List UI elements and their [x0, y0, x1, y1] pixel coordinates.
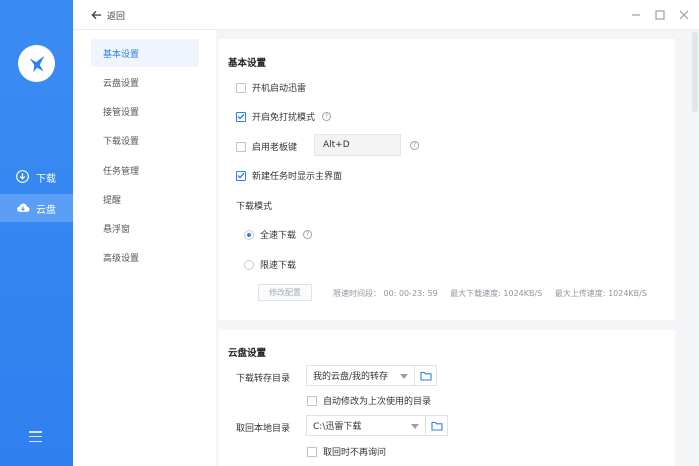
- save-dir-value: 我的云盘/我的转存: [313, 372, 389, 382]
- limit-upload-speed: 最大上传速度: 1024KB/S: [554, 289, 647, 298]
- no-ask-checkbox[interactable]: [307, 446, 317, 457]
- show-main-checkbox[interactable]: [236, 170, 246, 181]
- cloud-settings-panel: 云盘设置 下载转存目录 我的云盘/我的转存 自动修改为上次使用的目录 取回本地目…: [219, 330, 675, 466]
- save-dir-label: 下载转存目录: [236, 374, 291, 384]
- settings-nav: 基本设置 云盘设置 接管设置 下载设置 任务管理 提醒 悬浮窗 高级设置: [73, 30, 216, 466]
- nodisturb-option: 开启免打扰模式 ?: [236, 110, 332, 123]
- close-icon[interactable]: [678, 9, 689, 20]
- help-icon[interactable]: ?: [303, 230, 313, 239]
- maximize-icon[interactable]: [654, 9, 665, 20]
- show-main-label: 新建任务时显示主界面: [252, 172, 343, 182]
- chevron-down-icon: [400, 374, 408, 379]
- nodisturb-checkbox[interactable]: [236, 111, 246, 122]
- back-button[interactable]: 返回: [91, 8, 125, 22]
- check-icon: [237, 113, 245, 120]
- nav-item-basic[interactable]: 基本设置: [91, 39, 199, 67]
- nav-item-takeover[interactable]: 接管设置: [91, 97, 199, 125]
- limit-summary: 限速时间段： 00: 00-23: 59 最大下载速度: 1024KB/S 最大…: [333, 288, 657, 299]
- nodisturb-label: 开启免打扰模式: [252, 113, 316, 123]
- auto-change-checkbox[interactable]: [307, 395, 317, 406]
- basic-settings-panel: 基本设置 开机启动迅雷 开启免打扰模式 ? 启用老板键 Alt+D ? 新建任务…: [219, 39, 675, 320]
- help-icon[interactable]: ?: [410, 141, 419, 150]
- bird-logo-icon: [29, 55, 44, 72]
- no-ask-option: 取回时不再询问: [307, 445, 386, 458]
- autostart-option: 开机启动迅雷: [236, 81, 306, 94]
- download-mode-title: 下载模式: [236, 202, 273, 212]
- thunder-logo: [18, 45, 55, 82]
- mode-limit-option: 限速下载: [244, 258, 296, 271]
- check-icon: [237, 172, 245, 179]
- folder-icon[interactable]: [415, 365, 437, 386]
- help-icon[interactable]: ?: [322, 112, 332, 121]
- window-controls: [630, 9, 689, 20]
- nav-item-reminder[interactable]: 提醒: [91, 185, 199, 213]
- cloud-icon: [16, 201, 30, 215]
- limit-download-speed: 最大下载速度: 1024KB/S: [450, 289, 543, 298]
- show-main-option: 新建任务时显示主界面: [236, 169, 342, 182]
- mode-full-label: 全速下载: [260, 231, 297, 241]
- menu-icon[interactable]: [29, 431, 42, 442]
- nav-item-cloud[interactable]: 云盘设置: [91, 68, 199, 96]
- rail-item-label: 下载: [36, 173, 56, 185]
- nav-item-download[interactable]: 下载设置: [91, 126, 199, 154]
- mode-full-option: 全速下载 ?: [244, 228, 313, 241]
- bosskey-input[interactable]: Alt+D: [314, 134, 401, 156]
- auto-change-label: 自动修改为上次使用的目录: [323, 397, 432, 407]
- mode-full-radio[interactable]: [244, 229, 254, 240]
- no-ask-label: 取回时不再询问: [323, 448, 387, 458]
- local-dir-value: C:\迅雷下载: [313, 422, 362, 432]
- save-dir-select[interactable]: 我的云盘/我的转存: [306, 365, 415, 386]
- section-title: 云盘设置: [228, 348, 267, 359]
- rail-item-download[interactable]: 下载: [0, 163, 73, 191]
- rail-item-cloud[interactable]: 云盘: [0, 194, 73, 222]
- rail-item-label: 云盘: [36, 204, 56, 216]
- bosskey-checkbox[interactable]: [236, 141, 246, 152]
- local-dir-select[interactable]: C:\迅雷下载: [306, 415, 426, 436]
- modify-config-button[interactable]: 修改配置: [258, 284, 312, 301]
- auto-change-option: 自动修改为上次使用的目录: [307, 394, 431, 407]
- download-icon: [16, 170, 30, 184]
- nav-item-advanced[interactable]: 高级设置: [91, 243, 199, 271]
- nav-item-floating-window[interactable]: 悬浮窗: [91, 214, 199, 242]
- local-dir-label: 取回本地目录: [236, 424, 291, 434]
- back-label: 返回: [107, 11, 126, 22]
- minimize-icon[interactable]: [630, 9, 641, 20]
- mode-limit-radio[interactable]: [244, 259, 254, 270]
- app-rail: 下载 云盘: [0, 0, 73, 466]
- limit-time: 限速时间段： 00: 00-23: 59: [333, 289, 438, 298]
- bosskey-option: 启用老板键 Alt+D ?: [236, 134, 436, 156]
- autostart-label: 开机启动迅雷: [252, 84, 307, 94]
- top-bar: 返回: [73, 0, 699, 30]
- bosskey-label: 启用老板键: [252, 143, 298, 153]
- mode-limit-label: 限速下载: [260, 261, 297, 271]
- autostart-checkbox[interactable]: [236, 82, 246, 93]
- chevron-down-icon: [411, 424, 419, 429]
- section-title: 基本设置: [228, 58, 267, 69]
- nav-item-task[interactable]: 任务管理: [91, 156, 199, 184]
- folder-icon[interactable]: [426, 415, 448, 436]
- scrollbar-thumb[interactable]: [692, 32, 698, 112]
- arrow-left-icon: [91, 10, 102, 20]
